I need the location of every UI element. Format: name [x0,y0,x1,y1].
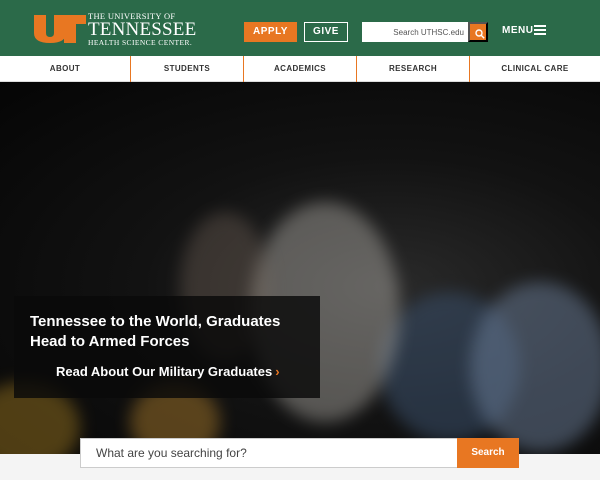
hero-link-label: Read About Our Military Graduates [56,364,273,379]
nav-item-research[interactable]: RESEARCH [357,56,470,82]
ut-logo-icon [34,15,86,43]
hero-read-more-link[interactable]: Read About Our Military Graduates › [56,364,280,379]
hero-bokeh-light [470,282,600,452]
nav-item-academics[interactable]: ACADEMICS [244,56,357,82]
main-search-input[interactable] [80,438,458,468]
site-search-button[interactable] [468,22,488,42]
logo-wordmark: THE UNIVERSITY OF TENNESSEE HEALTH SCIEN… [88,12,196,47]
hero-headline: Tennessee to the World, Graduates Head t… [30,313,281,350]
menu-button-label[interactable]: MENU [502,25,533,36]
main-search-button[interactable]: Search [457,438,519,468]
site-header: THE UNIVERSITY OF TENNESSEE HEALTH SCIEN… [0,0,600,56]
logo-line-hsc: HEALTH SCIENCE CENTER. [88,38,193,47]
hamburger-menu-icon[interactable] [534,25,546,35]
search-icon [475,29,485,39]
nav-item-students[interactable]: STUDENTS [131,56,244,82]
hero-image [0,82,600,454]
nav-item-about[interactable]: ABOUT [0,56,131,82]
main-nav: ABOUT STUDENTS ACADEMICS RESEARCH CLINIC… [0,56,600,82]
apply-button[interactable]: APPLY [244,22,297,42]
chevron-right-icon: › [275,364,280,379]
give-button[interactable]: GIVE [304,22,348,42]
site-search-input[interactable] [362,22,468,42]
logo-line-tennessee: TENNESSEE [88,19,197,40]
nav-item-clinical-care[interactable]: CLINICAL CARE [470,56,600,82]
